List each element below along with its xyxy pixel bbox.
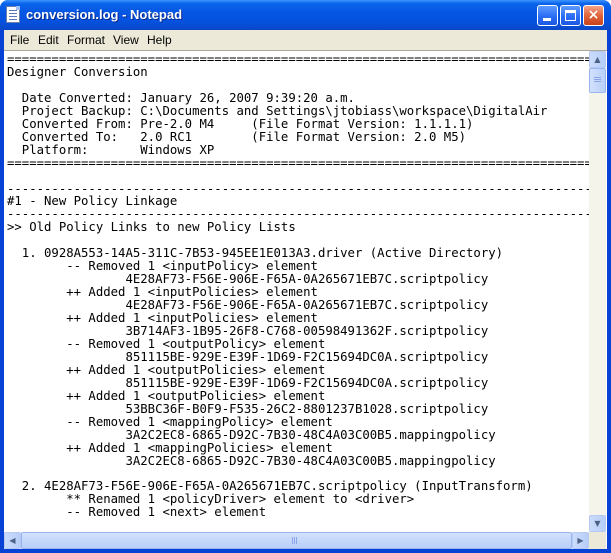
vertical-scroll-thumb[interactable] <box>589 68 606 93</box>
log-content[interactable]: ========================================… <box>7 53 590 519</box>
right-arrow-icon: ▶ <box>577 536 584 545</box>
minimize-button[interactable] <box>537 5 558 26</box>
text-line: ++ Added 1 <outputPolicies> element <box>7 362 326 377</box>
maximize-icon <box>565 10 576 21</box>
down-arrow-icon: ▼ <box>594 519 601 528</box>
text-line: ----------------------------------------… <box>7 207 590 222</box>
text-line: 4E28AF73-F56E-906E-F65A-0A265671EB7C.scr… <box>7 298 489 313</box>
notepad-window: conversion.log - Notepad × File Edit For… <box>0 0 611 553</box>
text-line: ----------------------------------------… <box>7 181 590 196</box>
horizontal-scrollbar[interactable]: ◀ ▶ <box>4 532 589 549</box>
text-line: Converted To: 2.0 RC1 (File Format Versi… <box>7 129 467 144</box>
text-line: -- Removed 1 <inputPolicy> element <box>7 259 318 274</box>
text-line: 4E28AF73-F56E-906E-F65A-0A265671EB7C.scr… <box>7 272 489 287</box>
text-line: 53BBC36F-B0F9-F535-26C2-8801237B1028.scr… <box>7 401 489 416</box>
text-line: -- Removed 1 <mappingPolicy> element <box>7 414 333 429</box>
text-line: -- Removed 1 <next> element <box>7 505 267 520</box>
menu-edit[interactable]: Edit <box>38 33 59 47</box>
menu-format[interactable]: Format <box>67 33 105 47</box>
text-line: 3B714AF3-1B95-26F8-C768-00598491362F.scr… <box>7 324 489 339</box>
scroll-left-button[interactable]: ◀ <box>4 532 21 549</box>
menu-bar: File Edit Format View Help <box>4 30 607 50</box>
text-line: 851115BE-929E-E39F-1D69-F2C15694DC0A.scr… <box>7 349 489 364</box>
text-line: ++ Added 1 <outputPolicies> element <box>7 388 326 403</box>
text-line: ++ Added 1 <mappingPolicies> element <box>7 440 333 455</box>
text-line: Converted From: Pre-2.0 M4 (File Format … <box>7 116 474 131</box>
scroll-down-button[interactable]: ▼ <box>589 515 606 532</box>
text-line: #1 - New Policy Linkage <box>7 194 178 209</box>
notepad-icon[interactable] <box>6 6 20 23</box>
text-line: Designer Conversion <box>7 64 148 79</box>
text-line: Platform: Windows XP <box>7 142 215 157</box>
left-arrow-icon: ◀ <box>9 536 16 545</box>
text-line: Project Backup: C:\Documents and Setting… <box>7 103 548 118</box>
text-line: ++ Added 1 <inputPolicies> element <box>7 285 318 300</box>
up-arrow-icon: ▲ <box>594 55 601 64</box>
scrollbar-corner <box>589 532 606 549</box>
scroll-right-button[interactable]: ▶ <box>572 532 589 549</box>
minimize-icon <box>543 18 551 21</box>
text-line: ++ Added 1 <inputPolicies> element <box>7 311 318 326</box>
text-line: -- Removed 1 <outputPolicy> element <box>7 336 326 351</box>
text-line: 1. 0928A553-14A5-311C-7B53-945EE1E013A3.… <box>7 246 504 261</box>
window-title: conversion.log - Notepad <box>26 7 183 22</box>
text-line: ** Renamed 1 <policyDriver> element to <… <box>7 492 415 507</box>
menu-view[interactable]: View <box>113 33 139 47</box>
title-bar[interactable]: conversion.log - Notepad × <box>0 0 611 30</box>
text-line: 2. 4E28AF73-F56E-906E-F65A-0A265671EB7C.… <box>7 479 533 494</box>
close-icon: × <box>587 7 600 23</box>
close-button[interactable]: × <box>583 5 604 26</box>
vertical-scrollbar[interactable]: ▲ ▼ <box>589 51 606 532</box>
text-line: 3A2C2EC8-6865-D92C-7B30-48C4A03C00B5.map… <box>7 453 496 468</box>
menu-file[interactable]: File <box>10 33 29 47</box>
document-text[interactable]: ========================================… <box>7 53 590 530</box>
text-line: 3A2C2EC8-6865-D92C-7B30-48C4A03C00B5.map… <box>7 427 496 442</box>
text-line: 851115BE-929E-E39F-1D69-F2C15694DC0A.scr… <box>7 375 489 390</box>
scroll-up-button[interactable]: ▲ <box>589 51 606 68</box>
menu-help[interactable]: Help <box>147 33 172 47</box>
horizontal-scroll-thumb[interactable] <box>21 532 572 549</box>
text-line: ========================================… <box>7 155 590 170</box>
text-line: >> Old Policy Links to new Policy Lists <box>7 220 296 235</box>
text-editor[interactable]: ========================================… <box>4 50 607 549</box>
text-line: Date Converted: January 26, 2007 9:39:20… <box>7 90 355 105</box>
maximize-button[interactable] <box>560 5 581 26</box>
